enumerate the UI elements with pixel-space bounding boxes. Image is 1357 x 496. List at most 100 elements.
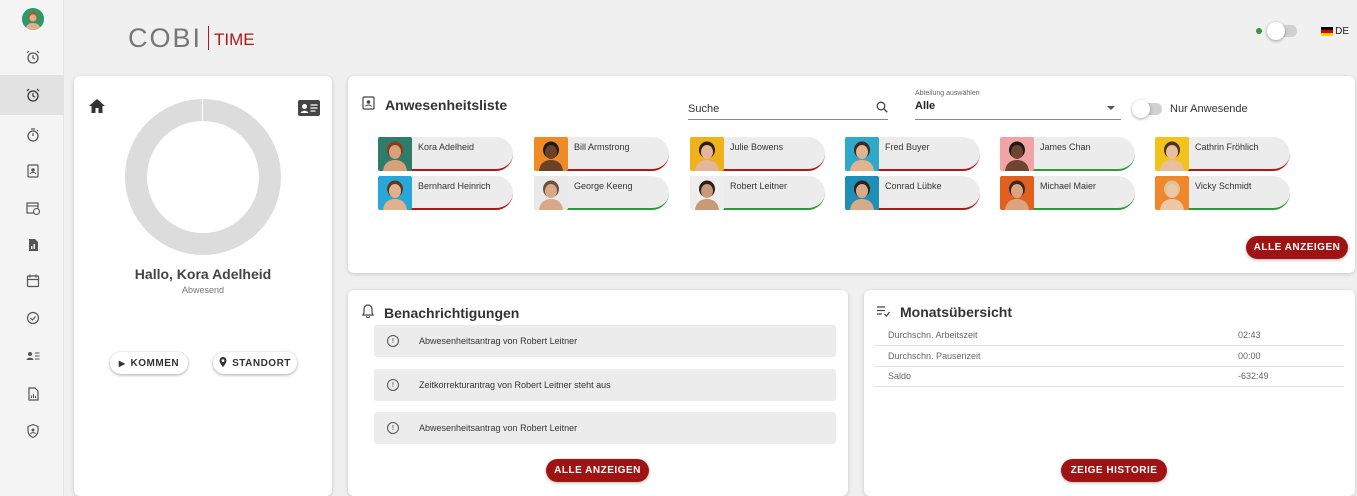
person-chip[interactable]: Cathrin Fröhlich [1155,137,1290,171]
user-list-icon[interactable] [22,345,44,367]
id-card-icon[interactable] [298,100,320,121]
logo-sub-text: TIME [214,30,255,49]
toggle-knob [1267,22,1286,40]
logo-main-text: COBI [128,23,203,53]
person-photo [1155,137,1189,171]
notifications-card: Benachrichtigungen ! Abwesenheitsantrag … [348,290,848,496]
department-select[interactable]: Abteilung auswählen Alle [915,90,1121,120]
theme-toggle[interactable] [1267,22,1298,40]
monthly-row: Saldo -632:49 [874,367,1344,387]
search-placeholder: Suche [688,102,720,115]
greeting: Hallo, Kora Adelheid [134,266,272,282]
monthly-row-value: 02:43 [1238,330,1261,340]
notification-item[interactable]: ! Abwesenheitsantrag von Robert Leitner [374,325,836,357]
info-icon: ! [387,335,399,347]
person-chip[interactable]: Fred Buyer [845,137,980,171]
person-photo [1000,176,1034,210]
person-photo [1000,137,1034,171]
location-button[interactable]: STANDORT [213,352,297,374]
person-chip[interactable]: Robert Leitner [690,176,825,210]
person-name: Bernhard Heinrich [418,181,491,191]
location-pin-icon [219,356,227,370]
header-controls: DE [1256,22,1349,40]
moon-icon [1304,24,1314,38]
show-all-notifications-label: ALLE ANZEIGEN [554,465,641,476]
check-circle-icon[interactable] [22,307,44,329]
search-icon[interactable] [876,101,888,116]
notifications-title-text: Benachrichtigungen [384,304,520,321]
play-icon: ▶ [118,358,126,368]
person-name: James Chan [1040,142,1091,152]
contacts-book-icon [362,96,375,113]
donut-start-marker [202,99,203,121]
monthly-row-value: -632:49 [1238,371,1269,381]
calendar-icon[interactable] [22,270,44,292]
show-all-notifications-button[interactable]: ALLE ANZEIGEN [546,459,649,482]
show-history-label: ZEIGE HISTORIE [1070,465,1158,476]
contacts-book-icon[interactable] [22,160,44,182]
monthly-row-label: Saldo [888,371,912,381]
person-name: Kora Adelheid [418,142,475,152]
monthly-overview-card: Monatsübersicht Durchschn. Arbeitszeit 0… [864,290,1355,496]
show-all-presence-label: ALLE ANZEIGEN [1253,242,1341,253]
sidebar [0,0,64,496]
info-icon: ! [387,422,399,434]
notification-item[interactable]: ! Zeitkorrekturantrag von Robert Leitner… [374,369,836,401]
alarm-clock-icon[interactable] [22,84,44,106]
person-chip[interactable]: Vicky Schmidt [1155,176,1290,210]
info-icon: ! [387,379,399,391]
person-chip[interactable]: Conrad Lübke [845,176,980,210]
only-present-toggle[interactable] [1132,100,1162,118]
person-chip[interactable]: James Chan [1000,137,1135,171]
german-flag-icon [1321,26,1334,36]
presence-title-text: Anwesenheitsliste [385,96,508,113]
alarm-clock-icon[interactable] [22,46,44,68]
person-name: Fred Buyer [885,142,930,152]
bell-icon [361,304,375,321]
person-name: Conrad Lübke [885,181,942,191]
person-name: Michael Maier [1040,181,1097,191]
person-photo [378,137,412,171]
chevron-down-icon [1107,106,1115,110]
shield-user-icon[interactable] [22,420,44,442]
notification-text: Abwesenheitsantrag von Robert Leitner [419,336,578,346]
person-chip[interactable]: Kora Adelheid [378,137,513,171]
notifications-title: Benachrichtigungen [361,304,520,321]
person-chip[interactable]: Bernhard Heinrich [378,176,513,210]
person-chip[interactable]: Michael Maier [1000,176,1135,210]
person-photo [1155,176,1189,210]
monthly-row: Durchschn. Arbeitszeit 02:43 [874,326,1344,346]
monthly-row: Durchschn. Pausenzeit 00:00 [874,347,1344,367]
person-photo [845,137,879,171]
department-caption: Abteilung auswählen [915,90,980,97]
presence-status: Abwesend [181,285,225,295]
only-present-filter[interactable]: Nur Anwesende [1132,100,1248,118]
person-chip[interactable]: George Keeng [534,176,669,210]
show-all-presence-button[interactable]: ALLE ANZEIGEN [1246,236,1348,259]
person-name: Vicky Schmidt [1195,181,1252,191]
monthly-row-label: Durchschn. Arbeitszeit [888,330,978,340]
monthly-row-label: Durchschn. Pausenzeit [888,351,981,361]
show-history-button[interactable]: ZEIGE HISTORIE [1061,459,1167,482]
report-file-icon[interactable] [22,234,44,256]
monthly-title-text: Monatsübersicht [900,304,1013,320]
search-input[interactable]: Suche [688,98,888,120]
come-button[interactable]: ▶ KOMMEN [110,352,188,374]
profile-card: Hallo, Kora Adelheid Abwesend ▶ KOMMEN S… [74,76,332,496]
person-name: George Keeng [574,181,633,191]
user-avatar[interactable] [22,8,44,30]
language-code: DE [1335,25,1349,37]
stopwatch-icon[interactable] [22,124,44,146]
notification-item[interactable]: ! Abwesenheitsantrag von Robert Leitner [374,412,836,444]
toggle-knob [1132,100,1150,118]
monthly-title: Monatsübersicht [876,304,1012,320]
calendar-clock-icon[interactable] [22,197,44,219]
home-icon[interactable] [88,98,106,119]
person-chip[interactable]: Julie Bowens [690,137,825,171]
only-present-label: Nur Anwesende [1170,103,1248,115]
app-logo[interactable]: COBI TIME [128,22,255,52]
department-value: Alle [915,100,936,112]
person-chip[interactable]: Bill Armstrong [534,137,669,171]
chart-file-icon[interactable] [22,383,44,405]
language-selector[interactable]: DE [1321,26,1349,37]
